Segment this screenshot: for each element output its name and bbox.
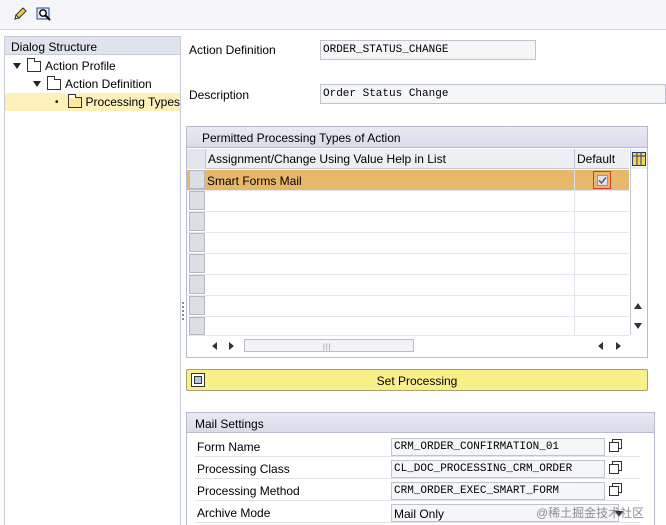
value-help-icon[interactable]	[609, 461, 624, 476]
display-magnifier-icon[interactable]	[34, 4, 54, 24]
scroll-up-icon[interactable]	[634, 303, 642, 309]
row-selector[interactable]	[189, 296, 205, 315]
tree-item-action-definition[interactable]: Action Definition	[33, 75, 152, 93]
row-selector[interactable]	[189, 191, 205, 210]
value-help-icon[interactable]	[609, 439, 624, 454]
processing-method-row: Processing Method CRM_ORDER_EXEC_SMART_F…	[195, 480, 640, 501]
assignment-cell[interactable]: Smart Forms Mail	[207, 174, 302, 188]
row-selector[interactable]	[189, 275, 205, 294]
default-checkbox[interactable]	[593, 171, 611, 189]
scroll-right-icon[interactable]	[229, 342, 234, 350]
folder-icon	[47, 75, 61, 90]
table-header: Assignment/Change Using Value Help in Li…	[187, 149, 629, 169]
form-name-label: Form Name	[197, 440, 261, 454]
open-folder-icon	[67, 93, 82, 108]
scroll-down-icon[interactable]	[634, 323, 642, 329]
table-row[interactable]	[187, 317, 629, 336]
processing-types-table: Permitted Processing Types of Action Ass…	[186, 126, 648, 358]
scroll-left-icon[interactable]	[212, 342, 217, 350]
description-label: Description	[189, 88, 250, 102]
table-row[interactable]	[187, 254, 629, 275]
table-row[interactable]	[187, 212, 629, 233]
dialog-structure-panel: Dialog Structure Action Profile Action D…	[4, 36, 181, 525]
tree-item-label: Processing Types	[85, 95, 181, 109]
select-all-cell[interactable]	[187, 149, 206, 169]
table-row[interactable]: Smart Forms Mail	[187, 170, 629, 191]
set-processing-label: Set Processing	[376, 374, 458, 388]
row-selector[interactable]	[189, 212, 205, 231]
bullet-icon: •	[55, 96, 59, 108]
folder-icon	[27, 57, 41, 72]
row-selector[interactable]	[189, 170, 205, 189]
form-name-row: Form Name CRM_ORDER_CONFIRMATION_01	[195, 436, 640, 457]
mail-settings-title: Mail Settings	[187, 413, 654, 433]
scroll-right-end-icon[interactable]	[616, 342, 621, 350]
edit-pencil-icon[interactable]	[10, 4, 30, 24]
table-row[interactable]	[187, 296, 629, 317]
archive-mode-label: Archive Mode	[197, 506, 271, 520]
processing-method-label: Processing Method	[197, 484, 300, 498]
form-name-field[interactable]: CRM_ORDER_CONFIRMATION_01	[391, 438, 605, 456]
splitter-handle[interactable]	[181, 300, 185, 324]
table-row[interactable]	[187, 233, 629, 254]
scroll-thumb[interactable]: |||	[244, 339, 414, 352]
set-processing-button[interactable]: Set Processing	[186, 369, 648, 391]
processing-class-label: Processing Class	[197, 462, 290, 476]
action-definition-field[interactable]: ORDER_STATUS_CHANGE	[320, 40, 536, 60]
tree-item-label: Action Definition	[65, 77, 152, 91]
watermark: @稀土掘金技术社区	[536, 506, 645, 520]
dialog-structure-title: Dialog Structure	[5, 37, 180, 55]
checkmark-icon	[596, 174, 608, 186]
processing-class-row: Processing Class CL_DOC_PROCESSING_CRM_O…	[195, 458, 640, 479]
vertical-scrollbar[interactable]	[630, 169, 647, 335]
column-header-assignment[interactable]: Assignment/Change Using Value Help in Li…	[208, 152, 446, 166]
horizontal-scrollbar[interactable]: |||	[206, 337, 630, 355]
column-header-default[interactable]: Default	[577, 152, 615, 166]
application-toolbar	[0, 0, 666, 30]
table-row[interactable]	[187, 191, 629, 212]
action-definition-label: Action Definition	[189, 43, 276, 57]
table-row[interactable]	[187, 275, 629, 296]
processing-method-field[interactable]: CRM_ORDER_EXEC_SMART_FORM	[391, 482, 605, 500]
tree-item-processing-types[interactable]: • Processing Types	[55, 93, 180, 111]
scroll-left-end-icon[interactable]	[598, 342, 603, 350]
expand-arrow-icon[interactable]	[13, 63, 21, 69]
table-settings-icon[interactable]	[630, 149, 647, 169]
tree-item-label: Action Profile	[45, 59, 116, 73]
table-title: Permitted Processing Types of Action	[187, 127, 647, 148]
description-field[interactable]: Order Status Change	[320, 84, 666, 104]
tree-item-action-profile[interactable]: Action Profile	[13, 57, 116, 75]
value-help-icon[interactable]	[609, 483, 624, 498]
row-selector[interactable]	[189, 233, 205, 252]
row-selector[interactable]	[189, 317, 205, 335]
row-selector[interactable]	[189, 254, 205, 273]
processing-class-field[interactable]: CL_DOC_PROCESSING_CRM_ORDER	[391, 460, 605, 478]
expand-arrow-icon[interactable]	[33, 81, 41, 87]
